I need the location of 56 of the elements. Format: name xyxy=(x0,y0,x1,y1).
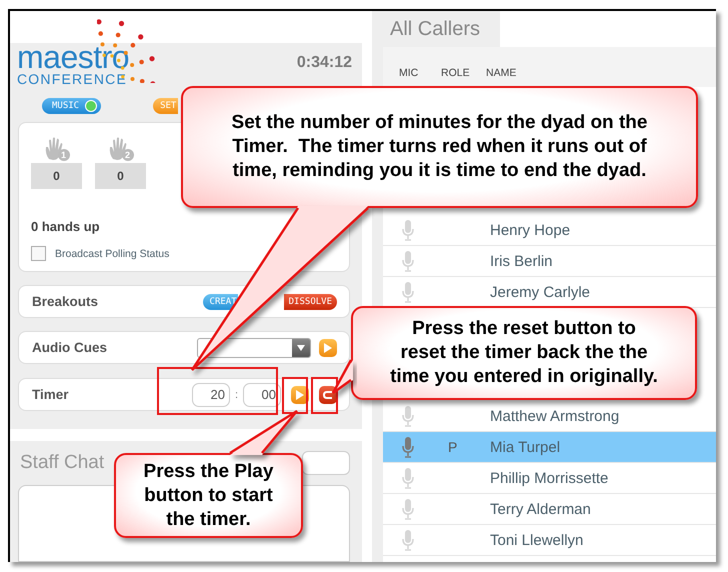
control-label: Breakouts xyxy=(32,294,98,309)
play-icon xyxy=(296,390,304,400)
microphone-icon xyxy=(402,220,414,240)
control-label: Audio Cues xyxy=(32,340,108,355)
microphone-icon xyxy=(402,250,414,272)
microphone-icon xyxy=(402,468,414,488)
play-icon xyxy=(324,342,332,352)
caller-row[interactable]: Iris Berlin xyxy=(383,246,716,277)
highlight-frame xyxy=(311,377,338,414)
column-header: ROLE xyxy=(441,67,471,79)
caller-name: Henry Hope xyxy=(490,222,570,238)
reset-icon xyxy=(323,390,333,398)
seconds-field[interactable]: 00 xyxy=(243,382,281,406)
microphone-icon xyxy=(402,530,414,550)
caller-name: Mia Turpel xyxy=(490,438,560,456)
caller-row[interactable]: Phillip Morrissette xyxy=(383,463,716,494)
caller-name: Matthew Armstrong xyxy=(490,408,620,424)
caller-name: Phillip Morrissette xyxy=(490,470,608,486)
caller-row[interactable]: Toni Llewellyn xyxy=(383,525,716,556)
role-cell-text: P xyxy=(447,439,458,455)
microphone-icon xyxy=(402,498,414,520)
caret-icon xyxy=(297,344,305,350)
caller-name: Iris Berlin xyxy=(490,252,553,270)
callout-bubble: Press the Play button to start the timer. xyxy=(114,453,303,538)
maestro-logo: maestro CONFERENCE xyxy=(17,15,160,87)
play-button[interactable] xyxy=(319,338,337,356)
control-label: Timer xyxy=(32,387,69,402)
callout-bubble: Press the reset button to reset the timer back the the time you entered in originally. xyxy=(351,306,697,400)
time-separator: : xyxy=(234,388,238,400)
hand-count: 0 xyxy=(95,163,146,189)
selected-row[interactable]: P Mia Turpel xyxy=(383,432,716,463)
checkbox[interactable] xyxy=(31,246,46,261)
caller-name: Toni Llewellyn xyxy=(490,532,584,548)
input-field[interactable] xyxy=(302,451,350,475)
column-header: NAME xyxy=(486,67,516,79)
microphone-icon xyxy=(402,406,414,426)
microphone-icon xyxy=(402,436,414,458)
highlight-frame xyxy=(282,377,308,414)
hand-icon xyxy=(108,137,130,161)
checkbox-label: Broadcast Polling Status xyxy=(55,248,170,260)
callout-tail xyxy=(229,410,298,455)
caller-row[interactable]: Henry Hope xyxy=(383,215,716,246)
section-title: Staff Chat xyxy=(20,452,104,474)
microphone-icon xyxy=(402,282,414,302)
dissolve-button[interactable]: DISSOLVE xyxy=(284,294,337,310)
column-header: MIC xyxy=(399,67,420,79)
elapsed-time: 0:34:12 xyxy=(296,54,352,72)
caller-row[interactable]: Terry Alderman xyxy=(383,494,716,525)
hand-icon xyxy=(44,137,66,161)
caller-name: Jeremy Carlyle xyxy=(490,284,590,300)
reset-button[interactable] xyxy=(319,386,337,404)
minutes-field[interactable]: 20 xyxy=(192,382,230,406)
hand-count: 0 xyxy=(31,163,82,189)
hands-up-count: 0 hands up xyxy=(31,219,101,234)
caller-name: Terry Alderman xyxy=(490,500,591,518)
callout-bubble: Set the number of minutes for the dyad on the Timer. The timer turns red when it runs out of time, reminding you it is time to end the dyad. xyxy=(181,86,698,208)
